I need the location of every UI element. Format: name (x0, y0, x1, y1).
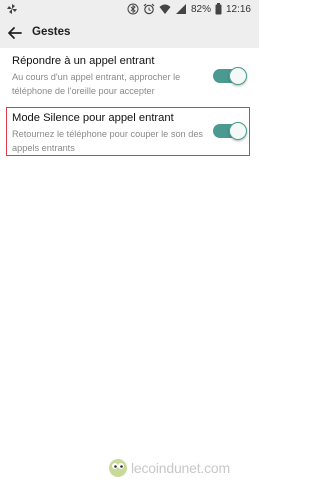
setting-title: Mode Silence pour appel entrant (12, 112, 174, 124)
setting-answer-call[interactable]: Répondre à un appel entrant Au cours d'u… (0, 48, 259, 104)
answer-call-toggle[interactable] (213, 67, 247, 85)
alarm-icon (143, 3, 155, 15)
setting-description: Retournez le téléphone pour couper le so… (12, 129, 204, 153)
watermark: lecoindunet.com (108, 458, 230, 478)
watermark-logo-icon (109, 459, 127, 477)
setting-silence-mode[interactable]: Mode Silence pour appel entrant Retourne… (0, 108, 259, 156)
pinwheel-icon (7, 4, 17, 14)
page-title: Gestes (32, 26, 71, 38)
toggle-knob (229, 67, 247, 85)
toggle-knob (229, 122, 247, 140)
setting-description: Au cours d'un appel entrant, approcher l… (12, 72, 181, 96)
watermark-text: lecoindunet.com (131, 460, 230, 476)
setting-title: Répondre à un appel entrant (12, 55, 155, 67)
wifi-icon (159, 4, 171, 14)
back-arrow-icon[interactable] (7, 25, 23, 41)
app-bar: Gestes (0, 18, 259, 48)
battery-icon (215, 3, 222, 15)
battery-percent: 82% (190, 3, 211, 15)
silence-mode-toggle[interactable] (213, 122, 247, 140)
signal-icon (175, 4, 186, 14)
bluetooth-icon (127, 3, 139, 15)
status-bar: 82% 12:16 (0, 0, 259, 18)
clock-time: 12:16 (225, 3, 251, 15)
